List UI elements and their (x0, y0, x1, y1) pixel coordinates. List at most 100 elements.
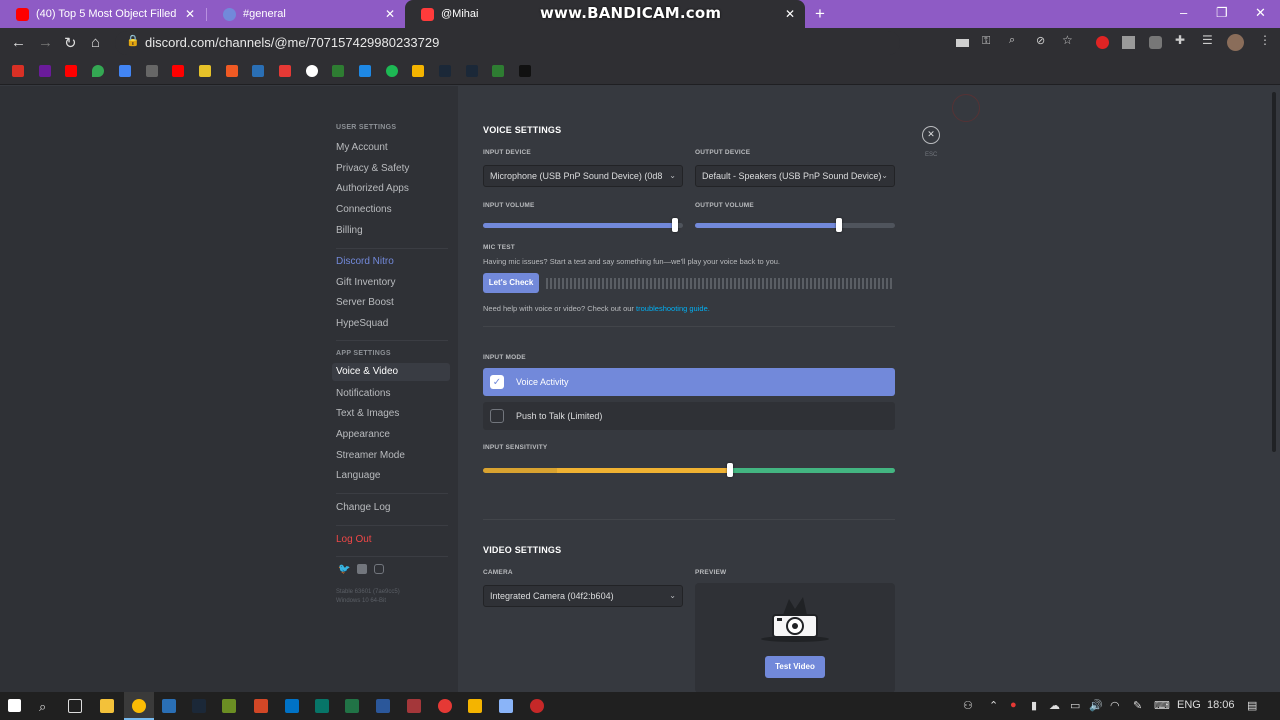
voice-activity-option[interactable]: ✓ Voice Activity (483, 368, 895, 396)
troubleshooting-link[interactable]: troubleshooting guide. (636, 304, 710, 313)
sidebar-item-connections[interactable]: Connections (336, 204, 392, 215)
app-icon[interactable] (162, 699, 176, 713)
twitter-icon[interactable]: 🐦 (338, 564, 350, 575)
input-device-select[interactable]: Microphone (USB PnP Sound Device) (0d8 ⌄ (483, 165, 683, 187)
maps-bookmark-icon[interactable] (92, 65, 104, 77)
output-volume-slider[interactable] (695, 223, 895, 228)
facebook-icon[interactable] (357, 564, 367, 574)
microphone-icon[interactable]: ▮ (1031, 699, 1037, 712)
lock-icon[interactable]: 🔒 (126, 34, 140, 47)
app-icon[interactable] (468, 699, 482, 713)
kebab-menu-icon[interactable]: ⋮ (1259, 33, 1272, 47)
sidebar-item-language[interactable]: Language (336, 470, 381, 481)
outlook-icon[interactable] (285, 699, 299, 713)
bug-icon[interactable]: ● (1010, 699, 1017, 711)
access-icon[interactable] (407, 699, 421, 713)
sidebar-item-gift-inventory[interactable]: Gift Inventory (336, 277, 395, 288)
sidebar-item-text-images[interactable]: Text & Images (336, 408, 399, 419)
input-sensitivity-handle[interactable] (727, 463, 734, 477)
input-volume-handle[interactable] (672, 218, 678, 232)
new-tab-button[interactable]: + (815, 4, 825, 24)
google-bookmark-icon[interactable] (306, 65, 318, 77)
minecraft-icon[interactable] (222, 699, 236, 713)
wifi-icon[interactable]: ◠ (1110, 699, 1120, 712)
bookmark-icon[interactable] (332, 65, 344, 77)
tab-general[interactable]: #general ✕ (207, 0, 405, 28)
reload-icon[interactable]: ↻ (64, 34, 77, 52)
sidebar-item-hypesquad[interactable]: HypeSquad (336, 318, 388, 329)
input-sensitivity-slider[interactable] (483, 468, 895, 473)
eye-off-icon[interactable]: ⊘ (1036, 34, 1049, 47)
input-volume-slider[interactable] (483, 223, 683, 228)
bookmark-icon[interactable] (39, 65, 51, 77)
chevron-up-icon[interactable]: ⌃ (989, 699, 998, 712)
url-field[interactable]: discord.com/channels/@me/707157429980233… (115, 31, 900, 55)
sidebar-item-notifications[interactable]: Notifications (336, 388, 390, 399)
zoom-icon[interactable]: ⌕ (1009, 34, 1022, 47)
sidebar-item-billing[interactable]: Billing (336, 225, 363, 236)
forward-arrow-icon[interactable]: → (38, 34, 53, 51)
star-icon[interactable]: ☆ (1062, 33, 1075, 47)
steam-bookmark-icon[interactable] (439, 65, 451, 77)
powerpoint-icon[interactable] (254, 699, 268, 713)
app-icon[interactable] (499, 699, 513, 713)
file-explorer-icon[interactable] (100, 699, 114, 713)
bookmark-icon[interactable] (359, 65, 371, 77)
puzzle-icon[interactable]: ✚ (1175, 33, 1188, 47)
app-icon[interactable] (438, 699, 452, 713)
battery-icon[interactable]: ▭ (1070, 699, 1080, 712)
sidebar-item-appearance[interactable]: Appearance (336, 429, 390, 440)
bookmark-icon[interactable] (146, 65, 158, 77)
tab-close-icon[interactable]: ✕ (385, 7, 395, 21)
close-settings-button[interactable]: ✕ (922, 126, 940, 144)
youtube-bookmark-icon[interactable] (172, 65, 184, 77)
avatar[interactable] (1227, 34, 1244, 51)
home-icon[interactable]: ⌂ (91, 34, 100, 51)
sidebar-item-my-account[interactable]: My Account (336, 142, 388, 153)
volume-icon[interactable]: 🔊 (1089, 699, 1103, 712)
sidebar-item-nitro[interactable]: Discord Nitro (336, 256, 394, 267)
sidebar-item-log-out[interactable]: Log Out (336, 534, 372, 545)
extension-red-icon[interactable] (1096, 36, 1109, 49)
maximize-button[interactable]: ❐ (1216, 5, 1228, 21)
tab-close-icon[interactable]: ✕ (785, 7, 795, 21)
instagram-icon[interactable] (374, 564, 384, 574)
back-arrow-icon[interactable]: ← (11, 34, 26, 51)
search-icon[interactable]: ⌕ (39, 699, 46, 715)
sidebar-item-change-log[interactable]: Change Log (336, 502, 391, 513)
translate-bookmark-icon[interactable] (119, 65, 131, 77)
output-volume-handle[interactable] (836, 218, 842, 232)
bookmark-icon[interactable] (252, 65, 264, 77)
bookmark-icon[interactable] (412, 65, 424, 77)
word-icon[interactable] (376, 699, 390, 713)
windows-start-icon[interactable] (8, 699, 21, 712)
tab-close-icon[interactable]: ✕ (185, 7, 195, 21)
extension-s-icon[interactable] (1122, 36, 1135, 49)
playlist-icon[interactable]: ☰ (1202, 33, 1215, 47)
bookmark-icon[interactable] (279, 65, 291, 77)
bookmark-icon[interactable] (199, 65, 211, 77)
sidebar-item-streamer-mode[interactable]: Streamer Mode (336, 450, 405, 461)
close-window-button[interactable]: ✕ (1255, 5, 1266, 21)
key-icon[interactable]: ⚿ (982, 35, 995, 48)
output-device-select[interactable]: Default - Speakers (USB PnP Sound Device… (695, 165, 895, 187)
publisher-icon[interactable] (315, 699, 329, 713)
bookmark-icon[interactable] (519, 65, 531, 77)
chrome-icon[interactable] (132, 699, 146, 713)
camera-icon[interactable] (956, 39, 969, 47)
bandicam-icon[interactable] (530, 699, 544, 713)
people-icon[interactable]: ⚇ (963, 699, 973, 712)
youtube-bookmark-icon[interactable] (65, 65, 77, 77)
sidebar-item-authorized-apps[interactable]: Authorized Apps (336, 183, 409, 194)
steam-icon[interactable] (192, 699, 206, 713)
touch-keyboard-icon[interactable]: ⌨ (1154, 699, 1170, 712)
pen-icon[interactable]: ✎ (1133, 699, 1142, 712)
cloud-icon[interactable]: ☁ (1049, 699, 1060, 712)
scrollbar[interactable] (1272, 92, 1276, 452)
tab-youtube[interactable]: (40) Top 5 Most Object Filled Lev ✕ (0, 0, 205, 28)
bookmark-icon[interactable] (386, 65, 398, 77)
bookmark-icon[interactable] (492, 65, 504, 77)
lets-check-button[interactable]: Let's Check (483, 273, 539, 293)
sidebar-item-voice-video[interactable]: Voice & Video (332, 363, 450, 381)
task-view-icon[interactable] (68, 699, 82, 713)
